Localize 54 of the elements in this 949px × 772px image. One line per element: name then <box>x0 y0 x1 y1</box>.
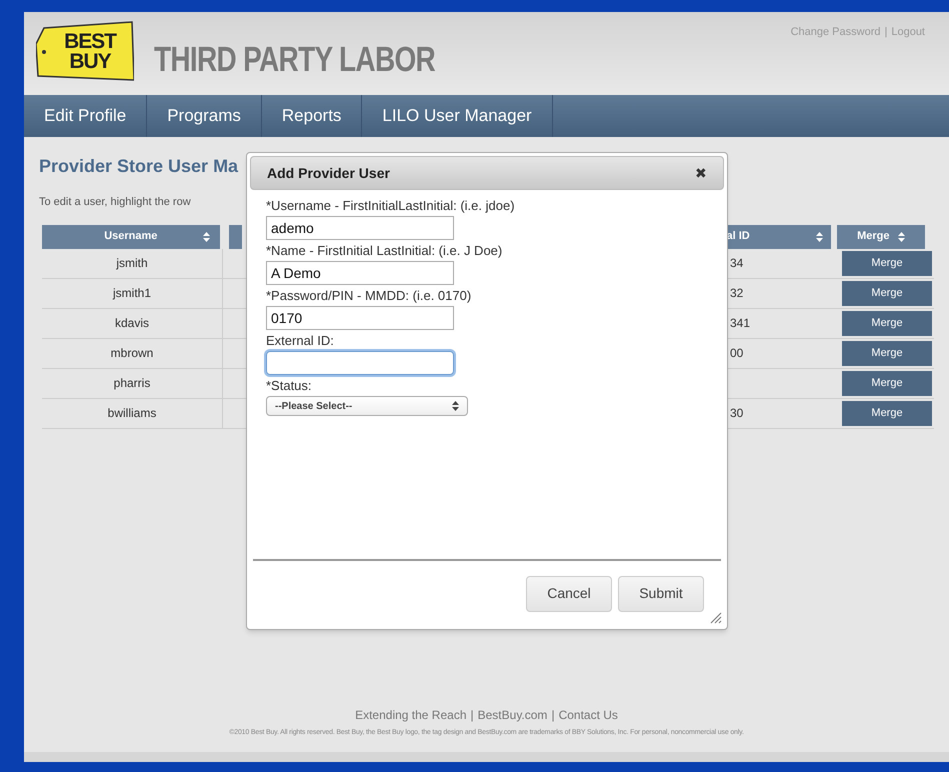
column-header[interactable]: Merge <box>836 224 925 248</box>
status-select[interactable]: --Please Select-- <box>266 396 468 416</box>
logo-text: BEST <box>64 32 116 52</box>
dropdown-arrow-icon <box>452 401 459 411</box>
nav-tab[interactable]: Programs <box>147 95 262 137</box>
field-label: *Name - FirstInitial LastInitial: (i.e. J Doe) <box>266 243 504 259</box>
link-separator: | <box>551 706 555 724</box>
table-cell-text: 30 <box>729 405 744 422</box>
merge-button[interactable]: Merge <box>842 280 932 306</box>
nav-tab[interactable]: LILO User Manager <box>362 95 553 137</box>
footer-link[interactable]: BestBuy.com <box>478 706 548 724</box>
merge-button[interactable]: Merge <box>842 250 932 276</box>
field-label: External ID: <box>266 333 335 349</box>
logo-text: BUY <box>69 52 111 72</box>
field-label: *Status: <box>266 378 313 394</box>
merge-button[interactable]: Merge <box>842 310 932 336</box>
table-cell-text: 32 <box>729 285 744 302</box>
table-cell-text: 341 <box>729 315 752 332</box>
table-cell: mbrown <box>42 338 223 368</box>
nav-tab[interactable]: Reports <box>262 95 362 137</box>
text-field[interactable]: A Demo <box>266 261 454 285</box>
text-field[interactable] <box>266 351 454 375</box>
merge-button[interactable]: Merge <box>842 400 932 426</box>
resize-grip-icon[interactable] <box>710 612 722 624</box>
page-heading: Provider Store User Ma <box>39 155 238 178</box>
column-header[interactable]: Username <box>42 224 220 248</box>
dialog-button[interactable]: Cancel <box>526 576 612 612</box>
nav-tab[interactable]: Edit Profile <box>24 95 148 137</box>
text-field[interactable]: 0170 <box>266 306 454 330</box>
table-cell-text: 34 <box>729 255 744 272</box>
merge-button[interactable]: Merge <box>842 370 932 396</box>
text-field[interactable]: ademo <box>266 216 454 240</box>
footer-link[interactable]: Contact Us <box>558 706 618 724</box>
link-separator: | <box>470 706 474 724</box>
sort-icon <box>898 232 905 242</box>
field-label: *Username - FirstInitialLastInitial: (i.e. jdoe) <box>266 198 516 214</box>
dialog-button[interactable]: Submit <box>618 576 704 612</box>
table-cell-text: 00 <box>729 345 744 362</box>
merge-button[interactable]: Merge <box>842 340 932 366</box>
link-separator: | <box>884 25 888 40</box>
table-cell: pharris <box>42 368 223 398</box>
instructions-text: To edit a user, highlight the row <box>39 195 191 210</box>
table-cell: jsmith <box>42 248 223 278</box>
close-button[interactable]: ✖ <box>695 162 707 184</box>
footer-link[interactable]: Extending the Reach <box>355 706 466 724</box>
sort-icon <box>816 232 823 242</box>
table-cell: jsmith1 <box>42 278 223 308</box>
table-cell: kdavis <box>42 308 223 338</box>
app-title: THIRD PARTY LABOR <box>154 39 436 81</box>
dialog-title: Add Provider User <box>267 164 390 182</box>
table-cell: bwilliams <box>42 398 223 428</box>
sort-icon <box>202 232 210 242</box>
field-label: *Password/PIN - MMDD: (i.e. 0170) <box>266 288 472 304</box>
column-header[interactable] <box>228 224 242 248</box>
